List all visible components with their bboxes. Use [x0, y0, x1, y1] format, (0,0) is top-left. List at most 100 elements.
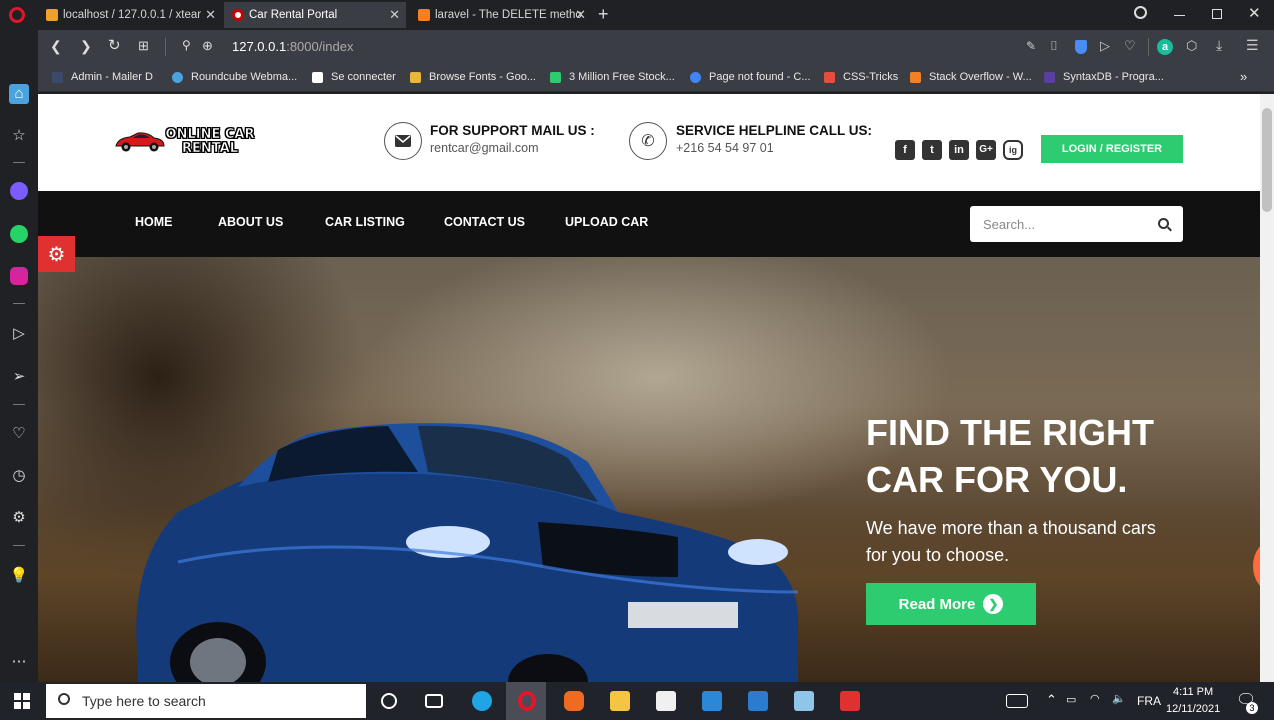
- site-logo[interactable]: ONLINE CAR RENTAL: [114, 127, 264, 156]
- sidebar-divider: [13, 303, 25, 304]
- forward-icon[interactable]: ❯: [80, 38, 92, 55]
- vscode-icon[interactable]: [748, 691, 768, 711]
- nav-about-us[interactable]: ABOUT US: [218, 215, 283, 229]
- battery-icon[interactable]: ▭: [1066, 693, 1076, 706]
- settings-gear-button[interactable]: ⚙: [38, 236, 75, 272]
- clock-time[interactable]: 4:11 PM: [1173, 686, 1213, 698]
- clock-date[interactable]: 12/11/2021: [1166, 703, 1220, 715]
- hero-title-line2: CAR FOR YOU.: [866, 459, 1128, 500]
- tab-phpmyadmin[interactable]: localhost / 127.0.0.1 / xtear ✕: [38, 2, 222, 28]
- messenger-icon[interactable]: [10, 182, 28, 200]
- nav-contact-us[interactable]: CONTACT US: [444, 215, 525, 229]
- star-icon[interactable]: ☆: [9, 126, 29, 146]
- send-icon[interactable]: ➢: [9, 367, 29, 387]
- bookmark-item[interactable]: Roundcube Webma...: [172, 71, 297, 83]
- keyboard-icon[interactable]: [1006, 694, 1028, 708]
- bookmark-item[interactable]: Browse Fonts - Goo...: [410, 71, 536, 83]
- new-tab-button[interactable]: +: [598, 4, 609, 25]
- heart-icon[interactable]: ♡: [9, 424, 29, 444]
- restore-icon[interactable]: [1212, 9, 1222, 19]
- twitter-icon[interactable]: t: [922, 140, 942, 160]
- bookmark-item[interactable]: Stack Overflow - W...: [910, 71, 1032, 83]
- bookmark-item[interactable]: CSS-Tricks: [824, 71, 898, 83]
- store-icon[interactable]: [656, 691, 676, 711]
- close-tab-icon[interactable]: ✕: [205, 7, 216, 23]
- send-icon[interactable]: ▷: [1100, 38, 1110, 54]
- download-icon[interactable]: ⤓: [1216, 37, 1222, 54]
- more-icon[interactable]: ⋯: [9, 652, 29, 672]
- sidebar-divider: [13, 545, 25, 546]
- facebook-icon[interactable]: f: [895, 140, 915, 160]
- lightbulb-icon[interactable]: 💡: [9, 566, 29, 586]
- extension-a-icon[interactable]: a: [1157, 39, 1173, 55]
- history-icon[interactable]: ◷: [9, 466, 29, 486]
- opera-logo-icon: [518, 691, 536, 711]
- bookmark-item[interactable]: Page not found - C...: [690, 71, 811, 83]
- bookmark-favicon-icon: [550, 71, 561, 83]
- tab-laravel[interactable]: laravel - The DELETE metho ✕: [410, 2, 592, 28]
- edge-icon[interactable]: [472, 691, 492, 711]
- home-icon[interactable]: ⌂: [9, 84, 29, 104]
- file-explorer-icon[interactable]: [610, 691, 630, 711]
- language-indicator[interactable]: FRA: [1137, 694, 1161, 708]
- nav-car-listing[interactable]: CAR LISTING: [325, 215, 405, 229]
- settings-icon[interactable]: ⚙: [9, 508, 29, 528]
- red-app-icon[interactable]: [840, 691, 860, 711]
- bookmark-favicon-icon: [824, 71, 835, 83]
- mail-icon[interactable]: [702, 691, 722, 711]
- logo-line1: ONLINE CAR: [165, 127, 255, 142]
- back-icon[interactable]: ❮: [50, 38, 62, 55]
- tray-chevron-icon[interactable]: ⌃: [1046, 692, 1057, 708]
- read-more-button[interactable]: Read More ❯: [866, 583, 1036, 625]
- bookmark-item[interactable]: Se connecter: [312, 71, 396, 83]
- bookmarks-more-icon[interactable]: »: [1240, 69, 1247, 84]
- bookmark-item[interactable]: SyntaxDB - Progra...: [1044, 71, 1164, 83]
- reload-icon[interactable]: ↻: [108, 36, 121, 54]
- bookmark-item[interactable]: 3 Million Free Stock...: [550, 71, 675, 83]
- taskbar-search-input[interactable]: Type here to search: [46, 684, 366, 718]
- close-tab-icon[interactable]: ✕: [575, 7, 586, 23]
- bookmark-label: Roundcube Webma...: [191, 71, 298, 83]
- bookmark-item[interactable]: Admin - Mailer D: [52, 71, 153, 83]
- camera-icon[interactable]: ⌷: [1050, 38, 1058, 54]
- windows-start-icon[interactable]: [14, 693, 30, 709]
- search-input[interactable]: [970, 206, 1183, 242]
- opera-logo-icon[interactable]: [9, 7, 25, 23]
- close-window-icon[interactable]: ✕: [1248, 4, 1261, 22]
- login-register-button[interactable]: LOGIN / REGISTER: [1041, 135, 1183, 163]
- minimize-icon[interactable]: [1174, 15, 1185, 16]
- menu-icon[interactable]: ☰: [1246, 37, 1259, 54]
- bookmark-favicon-icon: [52, 71, 63, 83]
- player-icon[interactable]: ▷: [9, 324, 29, 344]
- page-scrollbar[interactable]: [1260, 94, 1274, 682]
- nav-upload-car[interactable]: UPLOAD CAR: [565, 215, 648, 229]
- app-icon[interactable]: [794, 691, 814, 711]
- helpline-title: SERVICE HELPLINE CALL US:: [676, 123, 873, 138]
- wifi-icon[interactable]: ◠: [1090, 692, 1100, 705]
- edit-icon[interactable]: ✎: [1026, 39, 1036, 53]
- tab-search-icon[interactable]: [1134, 6, 1147, 19]
- key-icon[interactable]: ⚲: [182, 38, 191, 52]
- read-more-label: Read More: [898, 595, 976, 613]
- tab-car-rental[interactable]: Car Rental Portal ✕: [224, 2, 406, 28]
- nav-home[interactable]: HOME: [135, 215, 173, 229]
- cube-icon[interactable]: ⬡: [1186, 38, 1197, 54]
- instagram-icon[interactable]: [10, 267, 28, 285]
- url-field[interactable]: 127.0.0.1:8000/index: [232, 39, 353, 54]
- task-view-icon[interactable]: [425, 694, 443, 708]
- tabs-grid-icon[interactable]: ⊞: [138, 38, 149, 54]
- car-rental-favicon-icon: [232, 9, 244, 21]
- shield-icon[interactable]: [1075, 40, 1087, 54]
- linkedin-icon[interactable]: in: [949, 140, 969, 160]
- cortana-icon[interactable]: [381, 693, 397, 709]
- whatsapp-icon[interactable]: [10, 225, 28, 243]
- close-tab-icon[interactable]: ✕: [389, 7, 400, 23]
- globe-icon[interactable]: ⊕: [202, 38, 213, 54]
- taskbar-search-placeholder: Type here to search: [82, 693, 206, 709]
- brave-icon[interactable]: [564, 691, 584, 711]
- instagram-icon[interactable]: ig: [1003, 140, 1023, 160]
- heart-icon[interactable]: ♡: [1124, 38, 1136, 54]
- scrollbar-thumb[interactable]: [1262, 108, 1272, 212]
- google-plus-icon[interactable]: G+: [976, 140, 996, 160]
- volume-icon[interactable]: 🔈: [1112, 692, 1126, 705]
